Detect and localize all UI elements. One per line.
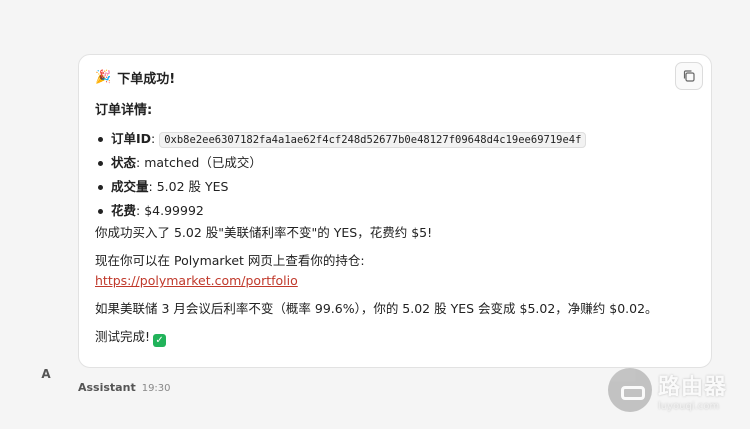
order-id-code: 0xb8e2ee6307182fa4a1ae62f4cf248d52677b0e… [159, 132, 587, 148]
router-logo-icon [608, 368, 652, 412]
detail-key: 状态 [111, 155, 137, 170]
detail-sep: : [148, 179, 157, 194]
order-details-list: 订单ID: 0xb8e2ee6307182fa4a1ae62f4cf248d52… [95, 127, 711, 223]
detail-value: $4.99992 [144, 203, 204, 218]
detail-value: 5.02 股 YES [156, 179, 229, 194]
copy-icon [683, 70, 695, 82]
portfolio-link[interactable]: https://polymarket.com/portfolio [95, 273, 298, 288]
outcome-text: 如果美联储 3 月会议后利率不变（概率 99.6%），你的 5.02 股 YES… [95, 301, 658, 316]
detail-sep: : [136, 155, 145, 170]
detail-cost: 花费: $4.99992 [95, 199, 711, 223]
message-title: 🎉 下单成功! [95, 67, 711, 87]
detail-value: matched（已成交） [144, 155, 262, 170]
details-heading: 订单详情: [95, 103, 153, 118]
copy-button[interactable] [675, 62, 703, 90]
assistant-message-card: 🎉 下单成功! 订单详情: 订单ID: 0xb8e2ee6307182fa4a1… [78, 54, 712, 368]
watermark-main: 路由器 [658, 374, 728, 400]
detail-sep: : [136, 203, 145, 218]
sender-name: Assistant [78, 381, 136, 394]
done-line: 测试完成! ✓ [95, 327, 711, 347]
detail-status: 状态: matched（已成交） [95, 151, 711, 175]
avatar: A [41, 367, 51, 381]
portfolio-text: 现在你可以在 Polymarket 网页上查看你的持仓: [95, 253, 365, 268]
message-time: 19:30 [141, 383, 171, 394]
title-text: 下单成功! [117, 71, 176, 87]
detail-key: 花费 [111, 203, 137, 218]
message-meta: Assistant 19:30 [78, 381, 171, 394]
watermark: 路由器 luyouqi.com [608, 364, 750, 416]
done-text: 测试完成! [95, 329, 151, 344]
check-mark-icon: ✓ [153, 334, 167, 347]
summary-text: 你成功买入了 5.02 股"美联储利率不变"的 YES，花费约 $5! [95, 225, 433, 240]
watermark-sub: luyouqi.com [658, 400, 720, 412]
party-popper-icon: 🎉 [95, 69, 112, 85]
detail-volume: 成交量: 5.02 股 YES [95, 175, 711, 199]
detail-sep: : [151, 131, 160, 146]
detail-key: 成交量 [111, 179, 149, 194]
detail-key: 订单ID [111, 131, 152, 146]
detail-order-id: 订单ID: 0xb8e2ee6307182fa4a1ae62f4cf248d52… [95, 127, 711, 151]
